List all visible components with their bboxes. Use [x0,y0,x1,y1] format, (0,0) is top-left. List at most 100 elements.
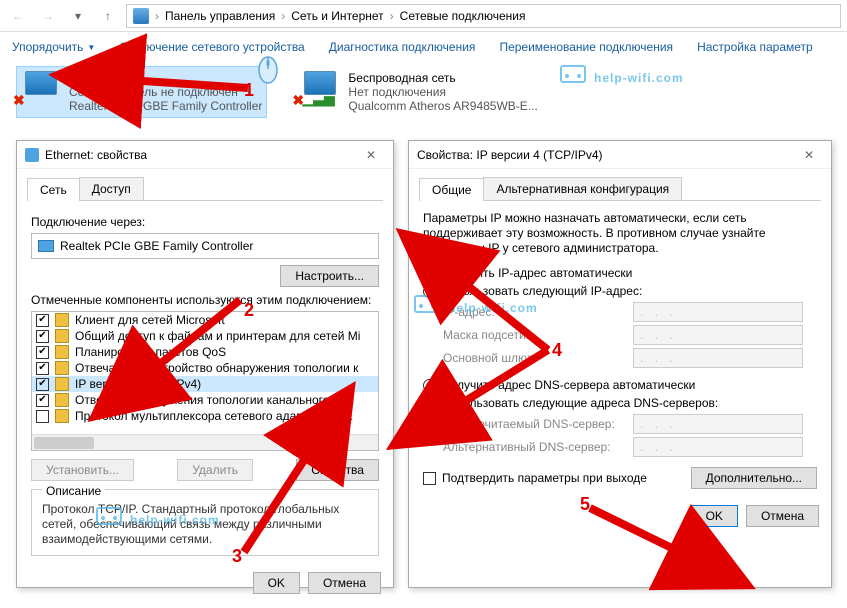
wifi-icon: ✖ ▁▃▅ [300,71,340,107]
components-list[interactable]: Клиент для сетей Microsoft Общий доступ … [31,311,379,451]
components-label: Отмеченные компоненты используются этим … [31,293,379,307]
nic-icon [25,148,39,162]
tab-network[interactable]: Сеть [27,178,80,201]
crumb-control-panel[interactable]: Панель управления [165,9,275,23]
remove-button[interactable]: Удалить [177,459,253,481]
component-label: Ответчик обнаружения топологии канальног… [75,393,352,407]
advanced-button[interactable]: Дополнительно... [691,467,817,489]
radio[interactable] [423,285,436,298]
connection-name: Беспроводная сеть [348,71,537,85]
configure-button[interactable]: Настроить... [280,265,379,287]
crumb-network-internet[interactable]: Сеть и Интернет [291,9,383,23]
radio-obtain-ip-auto[interactable]: Получить IP-адрес автоматически [423,266,817,280]
adapter-name: Realtek PCIe GBE Family Controller [60,239,253,253]
ok-button[interactable]: OK [253,572,300,594]
tabs: Сеть Доступ [27,177,383,201]
gateway-field: . . . [633,348,803,368]
checkbox[interactable] [36,314,49,327]
diagnose-connection[interactable]: Диагностика подключения [329,40,476,54]
titlebar[interactable]: Свойства: IP версии 4 (TCP/IPv4) ✕ [409,141,831,169]
history-dropdown[interactable]: ▾ [66,4,90,28]
radio-label: Использовать следующий IP-адрес: [442,284,642,298]
checkbox[interactable] [36,362,49,375]
cancel-button[interactable]: Отмена [746,505,819,527]
ethernet-properties-dialog: Ethernet: свойства ✕ Сеть Доступ Подключ… [16,140,394,588]
component-label: Отвечающее устройство обнаружения тополо… [75,361,358,375]
connection-wireless[interactable]: ✖ ▁▃▅ Беспроводная сеть Нет подключения … [295,66,542,118]
checkbox[interactable] [36,330,49,343]
forward-button[interactable]: → [36,4,60,28]
preferred-dns-field: . . . [633,414,803,434]
description-title: Описание [42,484,105,498]
connection-status: Сетевой кабель не подключен [69,85,262,99]
list-item[interactable]: Общий доступ к файлам и принтерам для се… [32,328,378,344]
component-icon [55,361,69,375]
component-label: Общий доступ к файлам и принтерам для се… [75,329,360,343]
network-tab-panel: Подключение через: Realtek PCIe GBE Fami… [17,201,393,566]
checkbox[interactable] [36,378,49,391]
up-button[interactable]: ↑ [96,4,120,28]
alternate-dns-label: Альтернативный DNS-сервер: [443,440,633,454]
cancel-button[interactable]: Отмена [308,572,381,594]
radio-use-ip[interactable]: Использовать следующий IP-адрес: [423,284,817,298]
back-button[interactable]: ← [6,4,30,28]
component-icon [55,409,69,423]
titlebar[interactable]: Ethernet: свойства ✕ [17,141,393,169]
info-paragraph: Параметры IP можно назначать автоматичес… [423,211,817,256]
general-tab-panel: Параметры IP можно назначать автоматичес… [409,201,831,499]
connection-ethernet[interactable]: ✖ Ethernet Сетевой кабель не подключен R… [16,66,267,118]
checkbox[interactable] [36,346,49,359]
rename-connection[interactable]: Переименование подключения [499,40,673,54]
crumb-network-connections[interactable]: Сетевые подключения [400,9,526,23]
radio[interactable] [423,379,436,392]
disable-device[interactable]: Отключение сетевого устройства [119,40,304,54]
checkbox[interactable] [36,410,49,423]
list-item[interactable]: Клиент для сетей Microsoft [32,312,378,328]
close-icon[interactable]: ✕ [795,148,823,162]
breadcrumb[interactable]: › Панель управления › Сеть и Интернет › … [126,4,841,28]
list-item[interactable]: Планировщик пакетов QoS [32,344,378,360]
description-group: Описание Протокол TCP/IP. Стандартный пр… [31,489,379,556]
component-label: Клиент для сетей Microsoft [75,313,225,327]
install-button[interactable]: Установить... [31,459,134,481]
radio-obtain-dns-auto[interactable]: Получить адрес DNS-сервера автоматически [423,378,817,392]
tabs: Общие Альтернативная конфигурация [419,177,821,201]
ip-address-label: IP-адрес: [443,305,633,319]
address-bar-row: ← → ▾ ↑ › Панель управления › Сеть и Инт… [0,0,847,32]
organize-menu[interactable]: Упорядочить▼ [12,40,95,54]
horizontal-scrollbar[interactable] [32,434,378,450]
adapter-field: Realtek PCIe GBE Family Controller [31,233,379,259]
tab-access[interactable]: Доступ [79,177,144,200]
subnet-mask-label: Маска подсети: [443,328,633,342]
close-icon[interactable]: ✕ [357,148,385,162]
radio-label: Использовать следующие адреса DNS-сервер… [442,396,718,410]
component-label: Планировщик пакетов QoS [75,345,226,359]
scrollbar-thumb[interactable] [34,437,94,449]
tab-alternate-config[interactable]: Альтернативная конфигурация [483,177,682,200]
radio-use-dns[interactable]: Использовать следующие адреса DNS-сервер… [423,396,817,410]
component-label: IP версии 4 (TCP/IPv4) [75,377,201,391]
component-icon [55,377,69,391]
component-icon [55,329,69,343]
dialog-title: Свойства: IP версии 4 (TCP/IPv4) [417,148,603,162]
list-item-ipv4[interactable]: IP версии 4 (TCP/IPv4) [32,376,378,392]
alternate-dns-field: . . . [633,437,803,457]
preferred-dns-label: Предпочитаемый DNS-сервер: [443,417,633,431]
confirm-on-exit-checkbox[interactable] [423,472,436,485]
dialog-title: Ethernet: свойства [45,148,147,162]
connection-settings[interactable]: Настройка параметр [697,40,813,54]
connection-device: Realtek PCIe GBE Family Controller [69,99,262,113]
ethernet-icon: ✖ [21,71,61,107]
ipv4-properties-dialog: Свойства: IP версии 4 (TCP/IPv4) ✕ Общие… [408,140,832,588]
component-label: Протокол мультиплексора сетевого адаптер… [75,409,352,423]
radio[interactable] [423,267,436,280]
ok-button[interactable]: OK [691,505,738,527]
list-item[interactable]: Протокол мультиплексора сетевого адаптер… [32,408,378,424]
checkbox[interactable] [36,394,49,407]
tab-general[interactable]: Общие [419,178,484,201]
list-item[interactable]: Ответчик обнаружения топологии канальног… [32,392,378,408]
radio[interactable] [423,397,436,410]
connection-device: Qualcomm Atheros AR9485WB-E... [348,99,537,113]
list-item[interactable]: Отвечающее устройство обнаружения тополо… [32,360,378,376]
properties-button[interactable]: Свойства [296,459,379,481]
